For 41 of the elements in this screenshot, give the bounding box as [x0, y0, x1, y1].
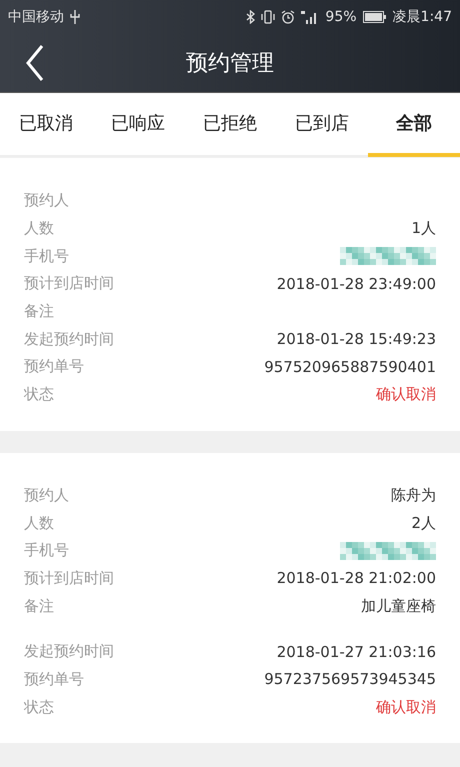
filter-tab[interactable]: 已拒绝 [184, 93, 276, 157]
field-label: 备注 [24, 596, 54, 616]
field-value: 2人 [411, 514, 436, 533]
field-label: 预约单号 [24, 670, 84, 689]
field-label: 预计到店时间 [24, 274, 114, 294]
field-label: 预约人 [24, 486, 69, 505]
field-label: 手机号 [24, 246, 69, 266]
status-value: 确认取消 [376, 385, 436, 404]
field-value: 2018-01-28 23:49:00 [276, 274, 436, 293]
filter-tab[interactable]: 已取消 [0, 93, 92, 157]
carrier-name: 中国移动 [8, 8, 64, 26]
alarm-icon [281, 10, 296, 24]
field-label: 预计到店时间 [24, 568, 114, 588]
field-label: 预约人 [24, 191, 69, 210]
bluetooth-icon [246, 10, 256, 24]
field-value: 2018-01-28 15:49:23 [276, 330, 436, 348]
usb-icon [70, 10, 80, 24]
field-value: 957237569573945345 [264, 670, 436, 688]
field-label: 状态 [24, 698, 54, 717]
battery-percent: 95% [325, 9, 357, 25]
filter-tab[interactable]: 已到店 [276, 93, 368, 157]
field-label: 发起预约时间 [24, 330, 114, 349]
field-label: 人数 [24, 219, 54, 238]
page-title: 预约管理 [186, 50, 274, 78]
clock-time: 凌晨1:47 [392, 8, 452, 26]
field-value: 2018-01-28 21:02:00 [276, 569, 436, 588]
filter-tab[interactable]: 已响应 [92, 93, 184, 157]
field-label: 预约单号 [24, 357, 84, 376]
field-value: 1人 [411, 219, 436, 238]
field-value: 陈舟为 [391, 486, 436, 505]
vibrate-icon [261, 10, 276, 24]
field-value: 加儿童座椅 [361, 596, 436, 616]
field-label: 备注 [24, 302, 54, 322]
field-value: 957520965887590401 [264, 358, 436, 376]
field-label: 人数 [24, 514, 54, 533]
status-value: 确认取消 [376, 698, 436, 717]
field-label: 发起预约时间 [24, 642, 114, 662]
field-label: 手机号 [24, 541, 69, 560]
battery-icon [362, 11, 387, 23]
field-value: 2018-01-27 21:03:16 [276, 642, 436, 661]
field-label: 状态 [24, 385, 54, 404]
